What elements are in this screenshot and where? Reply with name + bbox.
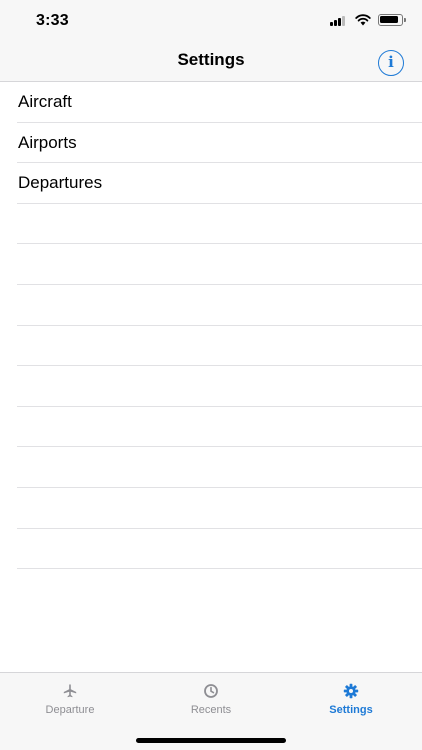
list-item-departures[interactable]: Departures <box>17 163 422 204</box>
cellular-signal-icon <box>330 16 348 26</box>
empty-row <box>17 529 422 570</box>
status-bar: 3:33 <box>0 0 422 44</box>
battery-icon <box>378 14 406 26</box>
list-item-label: Airports <box>18 132 77 152</box>
tab-label: Recents <box>190 704 232 716</box>
gear-icon <box>343 683 359 699</box>
empty-row <box>17 285 422 326</box>
tab-recents[interactable]: Recents <box>141 681 281 723</box>
tab-label: Departure <box>45 704 95 716</box>
airplane-icon <box>63 684 77 698</box>
empty-row <box>17 326 422 367</box>
tab-settings[interactable]: Settings <box>281 681 421 723</box>
wifi-icon <box>355 14 371 26</box>
empty-row <box>17 407 422 448</box>
empty-row <box>17 488 422 529</box>
settings-screen: 3:33 Settings i Aircraft Airports Depart… <box>0 0 422 750</box>
clock-icon <box>204 684 218 698</box>
navigation-bar: Settings i <box>0 44 422 82</box>
tab-departure[interactable]: Departure <box>0 681 140 723</box>
info-button[interactable]: i <box>378 50 404 76</box>
list-item-label: Aircraft <box>18 92 72 111</box>
empty-row <box>17 244 422 285</box>
empty-row <box>17 204 422 245</box>
page-title: Settings <box>177 50 245 69</box>
status-time: 3:33 <box>36 12 69 29</box>
tab-label: Settings <box>329 704 373 716</box>
home-indicator <box>136 738 286 743</box>
settings-list: Aircraft Airports Departures <box>0 82 422 570</box>
list-item-aircraft[interactable]: Aircraft <box>17 82 422 123</box>
empty-row <box>17 366 422 407</box>
list-item-label: Departures <box>18 173 103 193</box>
list-item-airports[interactable]: Airports <box>17 123 422 164</box>
empty-row <box>17 447 422 488</box>
